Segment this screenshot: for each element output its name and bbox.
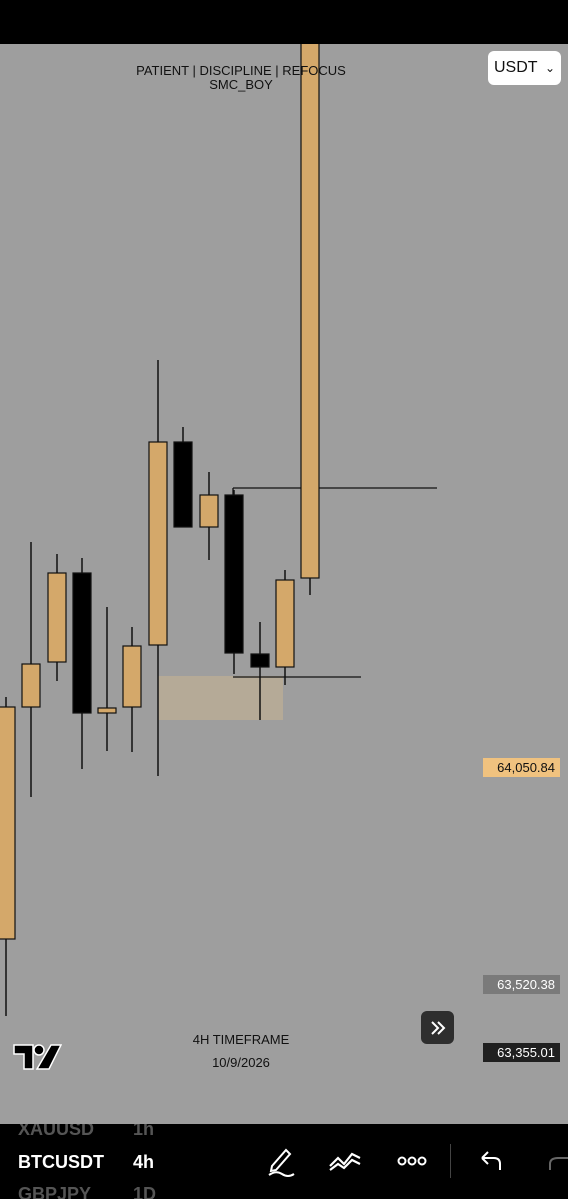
trend-line-icon[interactable] (328, 1144, 362, 1174)
bullish-candle[interactable] (122, 627, 142, 752)
current-price-tag: 64,050.84 (483, 758, 560, 777)
candle-body (47, 572, 67, 663)
chart-area[interactable]: PATIENT | DISCIPLINE | REFOCUS SMC_BOY U… (0, 44, 568, 1124)
candle-body (122, 645, 142, 708)
timeframe-label: 1h (133, 1124, 155, 1139)
chart-title: PATIENT | DISCIPLINE | REFOCUS (136, 63, 346, 78)
timeframe-label: 1D (133, 1184, 157, 1199)
candle-body (0, 706, 16, 940)
bullish-candle[interactable] (47, 554, 67, 681)
bearish-candle[interactable] (173, 427, 193, 528)
watchlist-item-next[interactable]: GBPJPY 1D (18, 1184, 156, 1199)
bullish-candle[interactable] (97, 607, 117, 751)
currency-select-value: USDT (494, 59, 538, 76)
undo-icon[interactable] (478, 1144, 504, 1178)
scroll-to-realtime-button[interactable] (421, 1011, 454, 1044)
candle-body (199, 494, 219, 528)
candle-body (275, 579, 295, 668)
timeframe-label: 4h (133, 1152, 155, 1172)
candle-body (300, 44, 320, 579)
timeframe-note: 4H TIMEFRAME (192, 1032, 290, 1047)
candle-body (21, 663, 41, 708)
candle-body (173, 441, 193, 528)
candle-body (72, 572, 92, 714)
watchlist-item-current[interactable]: BTCUSDT 4h (18, 1152, 154, 1173)
bottom-toolbar: XAUUSD 1h BTCUSDT 4h GBPJPY 1D (0, 1124, 568, 1199)
bullish-candle[interactable] (199, 472, 219, 560)
bullish-candle[interactable] (21, 542, 41, 797)
price-level-tag: 63,520.38 (483, 975, 560, 994)
chart-date: 10/9/2026 (212, 1055, 270, 1070)
status-bar (0, 0, 568, 44)
tradingview-logo-icon (13, 1044, 62, 1070)
symbol-label: XAUUSD (18, 1124, 95, 1139)
demand-zone[interactable] (158, 676, 283, 720)
chart-subtitle: SMC_BOY (209, 77, 273, 92)
redo-icon[interactable] (546, 1144, 568, 1178)
bearish-candle[interactable] (224, 490, 244, 674)
bearish-candle[interactable] (72, 558, 92, 769)
more-icon[interactable] (396, 1144, 428, 1178)
candles-group (0, 44, 320, 1016)
bullish-candle[interactable] (0, 697, 16, 1016)
symbol-label: BTCUSDT (18, 1152, 104, 1172)
pen-icon[interactable] (266, 1144, 296, 1178)
candle-body (224, 494, 244, 654)
bullish-candle[interactable] (275, 570, 295, 685)
candle-body (97, 707, 117, 714)
watchlist-item-prev[interactable]: XAUUSD 1h (18, 1124, 154, 1140)
bullish-candle[interactable] (300, 44, 320, 595)
currency-select[interactable]: USDT ⌄ (488, 51, 561, 85)
price-level-tag: 63,355.01 (483, 1043, 560, 1062)
toolbar-divider (450, 1144, 451, 1178)
chevron-down-icon: ⌄ (544, 61, 555, 75)
double-chevron-right-icon (430, 1020, 445, 1035)
candlestick-chart[interactable] (0, 44, 568, 1124)
candle-body (250, 653, 270, 668)
symbol-label: GBPJPY (18, 1184, 92, 1199)
candle-body (148, 441, 168, 646)
